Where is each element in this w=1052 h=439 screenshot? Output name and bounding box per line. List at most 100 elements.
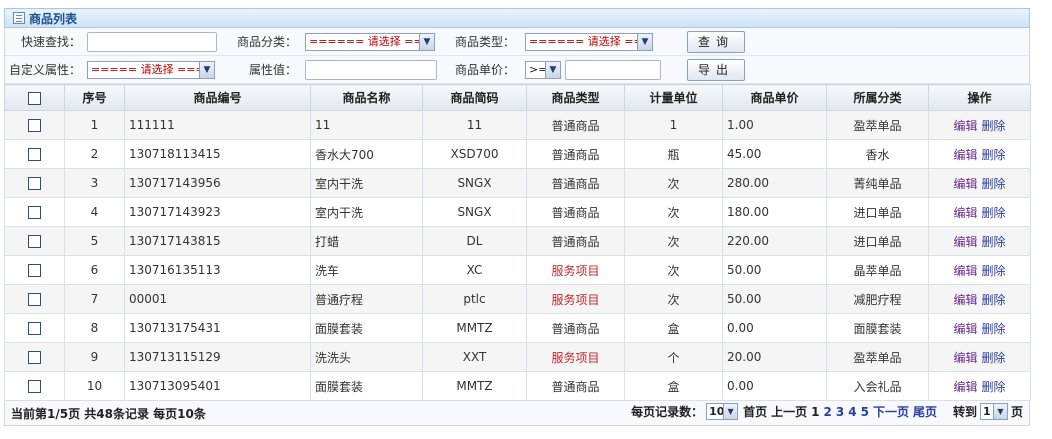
- custom-attr-select[interactable]: ===== 请选择 ===== ▼: [87, 60, 215, 79]
- delete-link[interactable]: 删除: [982, 119, 1006, 133]
- cell-type: 服务项目: [526, 342, 625, 372]
- delete-link[interactable]: 删除: [982, 177, 1006, 191]
- edit-link[interactable]: 编辑: [953, 119, 977, 133]
- delete-link[interactable]: 删除: [982, 206, 1006, 220]
- type-select[interactable]: ====== 请选择 =====▼: [525, 32, 653, 51]
- row-checkbox-cell[interactable]: [4, 226, 65, 256]
- delete-link[interactable]: 删除: [982, 351, 1006, 365]
- cell-short: XC: [422, 255, 527, 285]
- prev-page-link[interactable]: 上一页: [771, 403, 807, 420]
- row-checkbox[interactable]: [28, 293, 41, 306]
- row-checkbox[interactable]: [28, 119, 41, 132]
- per-page-select[interactable]: 10 ▼: [706, 403, 739, 420]
- row-checkbox-cell[interactable]: [4, 284, 65, 314]
- cell-name: 室内干洗: [310, 168, 423, 198]
- cell-seq: 4: [64, 197, 125, 227]
- table-row: 6 130716135113 洗车 XC 服务项目次 50.00 晶萃单品 编辑 删除: [4, 255, 1031, 285]
- category-select[interactable]: ====== 请选择 =====▼: [305, 32, 435, 51]
- page-link-4[interactable]: 4: [848, 405, 856, 419]
- row-checkbox-cell[interactable]: [4, 110, 65, 140]
- delete-link[interactable]: 删除: [982, 380, 1006, 394]
- price-input[interactable]: [565, 59, 661, 80]
- table-row: 4 130717143923 室内干洗 SNGX 普通商品次 180.00 进口单品 编辑 删除: [4, 197, 1031, 227]
- cell-type: 普通商品: [526, 371, 625, 401]
- cell-price: 50.00: [722, 284, 827, 314]
- edit-link[interactable]: 编辑: [953, 380, 977, 394]
- cell-seq: 2: [64, 139, 125, 169]
- chevron-down-icon: ▼: [992, 404, 1007, 419]
- row-checkbox-cell[interactable]: [4, 371, 65, 401]
- page-link-5[interactable]: 5: [861, 405, 869, 419]
- cell-code: 130713095401: [124, 371, 311, 401]
- cell-unit: 盒: [624, 371, 723, 401]
- cell-price: 45.00: [722, 139, 827, 169]
- page-link-1[interactable]: 1: [811, 405, 819, 419]
- cell-code: 130718113415: [124, 139, 311, 169]
- list-icon: [13, 12, 25, 24]
- row-checkbox-cell[interactable]: [4, 197, 65, 227]
- attr-value-label: 属性值：: [248, 63, 297, 77]
- row-checkbox[interactable]: [28, 148, 41, 161]
- query-button[interactable]: 查询: [687, 30, 745, 53]
- edit-link[interactable]: 编辑: [953, 206, 977, 220]
- table-row: 10 130713095401 面膜套装 MMTZ 普通商品盒 0.00 入会礼品 编辑 删除: [4, 371, 1031, 401]
- cell-name: 普通疗程: [310, 284, 423, 314]
- cell-category: 减肥疗程: [826, 284, 929, 314]
- table-row: 7 00001 普通疗程 ptlc 服务项目次 50.00 减肥疗程 编辑 删除: [4, 284, 1031, 314]
- row-checkbox[interactable]: [28, 380, 41, 393]
- select-all-checkbox[interactable]: [28, 91, 41, 105]
- edit-link[interactable]: 编辑: [953, 177, 977, 191]
- cell-price: 20.00: [722, 342, 827, 372]
- edit-link[interactable]: 编辑: [953, 293, 977, 307]
- row-checkbox[interactable]: [28, 264, 41, 277]
- first-page-link[interactable]: 首页: [743, 403, 767, 420]
- attr-value-input[interactable]: [305, 59, 437, 80]
- quick-search-input[interactable]: [87, 31, 217, 52]
- cell-category: 面膜套装: [826, 313, 929, 343]
- edit-link[interactable]: 编辑: [953, 148, 977, 162]
- last-page-link[interactable]: 尾页: [913, 403, 937, 420]
- cell-code: 130717143815: [124, 226, 311, 256]
- row-checkbox[interactable]: [28, 206, 41, 219]
- row-checkbox-cell[interactable]: [4, 342, 65, 372]
- row-checkbox[interactable]: [28, 322, 41, 335]
- cell-seq: 1: [64, 110, 125, 140]
- page-link-2[interactable]: 2: [824, 405, 832, 419]
- delete-link[interactable]: 删除: [982, 264, 1006, 278]
- category-label: 商品分类：: [236, 35, 297, 49]
- row-checkbox[interactable]: [28, 235, 41, 248]
- row-checkbox[interactable]: [28, 351, 41, 364]
- cell-short: MMTZ: [422, 371, 527, 401]
- export-button[interactable]: 导出: [687, 58, 745, 81]
- delete-link[interactable]: 删除: [982, 235, 1006, 249]
- row-checkbox-cell[interactable]: [4, 139, 65, 169]
- goto-page-select[interactable]: 1 ▼: [979, 403, 1008, 420]
- delete-link[interactable]: 删除: [982, 148, 1006, 162]
- cell-seq: 10: [64, 371, 125, 401]
- table-row: 2 130718113415 香水大700 XSD700 普通商品瓶 45.00 香水 编辑删…: [4, 139, 1031, 169]
- cell-seq: 3: [64, 168, 125, 198]
- delete-link[interactable]: 删除: [982, 322, 1006, 336]
- edit-link[interactable]: 编辑: [953, 264, 977, 278]
- row-checkbox-cell[interactable]: [4, 313, 65, 343]
- next-page-link[interactable]: 下一页: [873, 403, 909, 420]
- cell-actions: 编辑 删除: [928, 197, 1031, 227]
- cell-name: 11: [310, 110, 423, 140]
- cell-type: 普通商品: [526, 168, 625, 198]
- select-all-header[interactable]: [4, 84, 65, 111]
- page-suffix: 页: [1010, 405, 1023, 419]
- pager: 每页记录数： 10 ▼ 首页 上一页 1 2 3 4 5 下一页 尾页 转到 1 ▼…: [631, 403, 1023, 420]
- edit-link[interactable]: 编辑: [953, 235, 977, 249]
- col-name: 商品名称: [310, 84, 423, 111]
- edit-link[interactable]: 编辑: [953, 351, 977, 365]
- col-seq: 序号: [64, 84, 125, 111]
- price-operator-select[interactable]: >= ▼: [525, 60, 561, 79]
- row-checkbox[interactable]: [28, 177, 41, 190]
- cell-price: 220.00: [722, 226, 827, 256]
- page-link-3[interactable]: 3: [836, 405, 844, 419]
- delete-link[interactable]: 删除: [982, 293, 1006, 307]
- row-checkbox-cell[interactable]: [4, 168, 65, 198]
- row-checkbox-cell[interactable]: [4, 255, 65, 285]
- col-actions: 操作: [928, 84, 1031, 111]
- edit-link[interactable]: 编辑: [953, 322, 977, 336]
